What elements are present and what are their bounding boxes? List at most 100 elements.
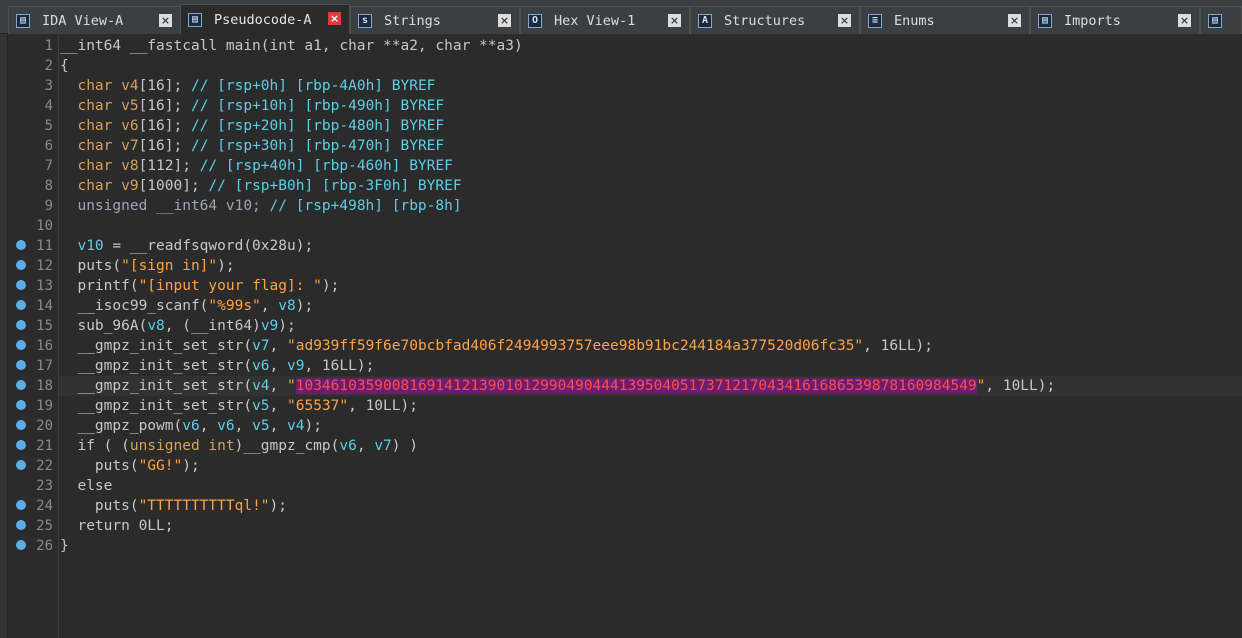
code-line[interactable]: 25 return 0LL; — [16, 516, 1242, 536]
code-token: // [rsp+30h] [rbp-470h] BYREF — [190, 138, 445, 154]
line-number: 16 — [36, 338, 53, 354]
close-icon[interactable]: × — [838, 14, 851, 27]
tab-hex-view-1[interactable]: O Hex View-1 × — [520, 6, 690, 34]
code-token: ); — [182, 458, 200, 474]
code-token: puts( — [60, 258, 122, 274]
code-text: puts("[sign in]"); — [59, 256, 235, 276]
close-icon[interactable]: × — [1178, 14, 1191, 27]
code-token: ) ) — [391, 438, 418, 454]
structures-icon: A — [698, 13, 712, 28]
code-line[interactable]: 15 sub_96A(v8, (__int64)v9); — [16, 316, 1242, 336]
code-line[interactable]: 1 __int64 __fastcall main(int a1, char **… — [45, 36, 1242, 56]
line-number: 14 — [36, 298, 53, 314]
code-token: [16]; — [138, 78, 191, 94]
code-line[interactable]: 9 unsigned __int64 v10; // [rsp+498h] [r… — [45, 196, 1242, 216]
code-token: "65537" — [287, 398, 349, 414]
code-token: [16]; — [138, 118, 191, 134]
code-token: ); — [278, 318, 296, 334]
code-line[interactable]: 10 — [36, 216, 1242, 236]
code-token: // [rsp+0h] [rbp-4A0h] BYREF — [190, 78, 436, 94]
tab-ida-view-a[interactable]: ▤ IDA View-A × — [8, 6, 181, 34]
code-token: } — [60, 538, 69, 554]
line-number: 19 — [36, 398, 53, 414]
code-token: , 10LL); — [985, 378, 1056, 394]
line-number: 26 — [36, 538, 53, 554]
close-icon[interactable]: × — [1008, 14, 1021, 27]
code-line[interactable]: 24 puts("TTTTTTTTTTql!"); — [16, 496, 1242, 516]
line-number: 18 — [36, 378, 53, 394]
line-number: 6 — [44, 138, 53, 154]
code-line[interactable]: 21 if ( (unsigned int)__gmpz_cmp(v6, v7)… — [16, 436, 1242, 456]
code-line[interactable]: 16 __gmpz_init_set_str(v7, "ad939ff59f6e… — [16, 336, 1242, 356]
code-token: ); — [217, 258, 235, 274]
code-text: if ( (unsigned int)__gmpz_cmp(v6, v7) ) — [59, 436, 418, 456]
code-line[interactable]: 7 char v8[112]; // [rsp+40h] [rbp-460h] … — [45, 156, 1242, 176]
code-line[interactable]: 4 char v5[16]; // [rsp+10h] [rbp-490h] B… — [45, 96, 1242, 116]
code-line[interactable]: 8 char v9[1000]; // [rsp+B0h] [rbp-3F0h]… — [45, 176, 1242, 196]
code-line[interactable]: 2{ — [45, 56, 1242, 76]
code-line[interactable]: 18 __gmpz_init_set_str(v4, "103461035900… — [16, 376, 1242, 396]
code-token: __isoc99_scanf( — [60, 298, 209, 314]
line-number: 24 — [36, 498, 53, 514]
tab-structures[interactable]: A Structures × — [690, 6, 860, 34]
code-token: char v9 — [60, 178, 139, 194]
code-line[interactable]: 5 char v6[16]; // [rsp+20h] [rbp-480h] B… — [45, 116, 1242, 136]
code-text: char v7[16]; // [rsp+30h] [rbp-470h] BYR… — [59, 136, 444, 156]
code-token: else — [60, 478, 113, 494]
code-line[interactable]: 19 __gmpz_init_set_str(v5, "65537", 10LL… — [16, 396, 1242, 416]
line-number: 2 — [44, 58, 53, 74]
code-token: " — [287, 378, 296, 394]
code-area[interactable]: 1 __int64 __fastcall main(int a1, char **… — [16, 36, 1242, 556]
code-line[interactable]: 11 v10 = __readfsqword(0x28u); — [16, 236, 1242, 256]
tab-imports[interactable]: ▤ Imports × — [1030, 6, 1200, 34]
code-token: "ad939ff59f6e70bcbfad406f2494993757eee98… — [287, 338, 864, 354]
line-number: 5 — [44, 118, 53, 134]
code-token: char v8 — [60, 158, 139, 174]
code-token: v7 — [252, 338, 270, 354]
code-token: ); — [321, 278, 340, 294]
code-line[interactable]: 23 else — [36, 476, 1242, 496]
tab-enums[interactable]: ≡ Enums × — [860, 6, 1030, 34]
code-line[interactable]: 12 puts("[sign in]"); — [16, 256, 1242, 276]
code-line[interactable]: 6 char v7[16]; // [rsp+30h] [rbp-470h] B… — [45, 136, 1242, 156]
code-text: __gmpz_init_set_str(v7, "ad939ff59f6e70b… — [59, 336, 933, 356]
pseudocode-editor[interactable]: 1 __int64 __fastcall main(int a1, char **… — [8, 34, 1242, 638]
code-text: __gmpz_init_set_str(v6, v9, 16LL); — [59, 356, 374, 376]
hex-view-icon: O — [528, 13, 542, 28]
code-token: , — [269, 418, 288, 434]
code-token: char v7 — [60, 138, 139, 154]
code-line[interactable]: 14 __isoc99_scanf("%99s", v8); — [16, 296, 1242, 316]
tab-bar: ▤ IDA View-A × ▤ Pseudocode-A × s Strings × O Hex … — [0, 0, 1242, 34]
code-token: "[sign in]" — [121, 258, 218, 274]
code-line[interactable]: 13 printf("[input your flag]: "); — [16, 276, 1242, 296]
close-icon[interactable]: × — [668, 14, 681, 27]
code-token: __int64 __fastcall main(int a1, char **a… — [60, 38, 523, 54]
code-token: "[input your flag]: " — [138, 278, 322, 294]
code-token: [112]; — [138, 158, 200, 174]
code-token: v5 — [252, 418, 270, 434]
tab-label: Imports — [1064, 12, 1121, 29]
close-icon[interactable]: × — [328, 12, 341, 25]
code-token: "GG!" — [138, 458, 183, 474]
line-number: 22 — [36, 458, 53, 474]
line-number: 13 — [36, 278, 53, 294]
code-token: , — [260, 298, 279, 314]
tab-exports[interactable]: ▤ — [1200, 6, 1242, 34]
tab-strings[interactable]: s Strings × — [350, 6, 520, 34]
code-text: puts("GG!"); — [59, 456, 200, 476]
code-line[interactable]: 22 puts("GG!"); — [16, 456, 1242, 476]
close-icon[interactable]: × — [159, 14, 172, 27]
close-icon[interactable]: × — [498, 14, 511, 27]
tab-label: Pseudocode-A — [214, 11, 312, 28]
code-line[interactable]: 17 __gmpz_init_set_str(v6, v9, 16LL); — [16, 356, 1242, 376]
tab-pseudocode-a[interactable]: ▤ Pseudocode-A × — [180, 4, 350, 34]
code-token: __gmpz_init_set_str( — [60, 378, 253, 394]
code-token: , — [269, 358, 287, 374]
code-line[interactable]: 26} — [16, 536, 1242, 556]
code-line[interactable]: 20 __gmpz_powm(v6, v6, v5, v4); — [16, 416, 1242, 436]
code-token: v9 — [260, 318, 279, 334]
code-line[interactable]: 3 char v4[16]; // [rsp+0h] [rbp-4A0h] BY… — [45, 76, 1242, 96]
code-token: , 16LL); — [304, 358, 375, 374]
code-token: if ( ( — [60, 438, 130, 454]
code-token: // [rsp+B0h] [rbp-3F0h] BYREF — [208, 178, 462, 194]
